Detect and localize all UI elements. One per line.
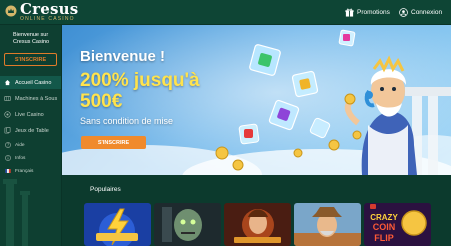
column-decoration xyxy=(3,179,30,246)
promotions-link[interactable]: Promotions xyxy=(345,6,390,19)
sidebar-item-label: Accueil Casino xyxy=(15,79,52,86)
svg-text:CRAZY: CRAZY xyxy=(370,213,398,222)
game-thumbnail xyxy=(84,203,151,246)
welcome-text: Bienvenue sur Cresus Casino xyxy=(13,32,50,45)
game-thumbnail xyxy=(224,203,291,246)
slot-machine-icon xyxy=(4,96,11,101)
sidebar-register-button[interactable]: S'INSCRIRE xyxy=(4,53,57,66)
sidebar-item-label: Machines à Sous xyxy=(15,95,58,102)
hero-register-button[interactable]: S'INSCRIRE xyxy=(81,136,146,149)
game-thumbnail xyxy=(154,203,221,246)
hero-title: Bienvenue ! xyxy=(80,48,166,65)
svg-text:?: ? xyxy=(7,143,9,148)
hero-subtitle: Sans condition de mise xyxy=(80,116,174,126)
login-label: Connexion xyxy=(411,9,443,16)
info-icon xyxy=(5,155,11,161)
flag-icon xyxy=(5,169,11,173)
promotions-label: Promotions xyxy=(357,9,390,16)
sidebar-item-help[interactable]: ? Aide xyxy=(0,140,61,150)
sidebar-item-label: Français xyxy=(15,168,34,174)
sidebar-item-info[interactable]: Infos xyxy=(0,153,61,163)
user-icon xyxy=(399,8,408,17)
game-card-adventure[interactable] xyxy=(224,203,291,246)
game-thumbnail xyxy=(294,203,361,246)
help-icon: ? xyxy=(5,142,11,148)
popular-section-title: Populaires xyxy=(90,186,121,193)
logo[interactable]: Cresus ONLINE CASINO xyxy=(5,0,83,23)
game-card-coin[interactable] xyxy=(84,203,151,246)
sidebar: Bienvenue sur Cresus Casino S'INSCRIRE A… xyxy=(0,25,62,246)
svg-text:FLIP: FLIP xyxy=(374,233,394,243)
table-games-icon xyxy=(4,127,11,134)
page: Cresus ONLINE CASINO Promotions Connexio… xyxy=(0,0,451,246)
live-icon xyxy=(4,111,11,118)
game-card-crazy-coin-flip[interactable]: CRAZY COIN FLIP xyxy=(364,203,431,246)
sidebar-item-label: Aide xyxy=(15,142,25,148)
crown-icon xyxy=(5,5,17,17)
game-card-western[interactable] xyxy=(294,203,361,246)
top-bar: Cresus ONLINE CASINO Promotions Connexio… xyxy=(0,0,451,25)
new-badge xyxy=(370,204,376,209)
sidebar-item-home[interactable]: Accueil Casino xyxy=(0,76,61,89)
hero-amount: 200% jusqu'à 500€ xyxy=(80,70,200,112)
logo-tagline: ONLINE CASINO xyxy=(20,16,75,22)
game-card-zombie[interactable] xyxy=(154,203,221,246)
sidebar-item-live[interactable]: Live Casino xyxy=(0,108,61,121)
sidebar-item-label: Infos xyxy=(15,155,26,161)
svg-text:COIN: COIN xyxy=(373,222,396,232)
sidebar-item-table-games[interactable]: Jeux de Table xyxy=(0,124,61,137)
login-link[interactable]: Connexion xyxy=(399,6,442,19)
sidebar-item-slots[interactable]: Machines à Sous xyxy=(0,92,61,105)
game-thumbnail: CRAZY COIN FLIP xyxy=(364,203,431,246)
gift-icon xyxy=(345,8,354,17)
hero-banner: Bienvenue ! 200% jusqu'à 500€ Sans condi… xyxy=(62,25,451,175)
sidebar-item-label: Jeux de Table xyxy=(15,127,49,134)
sidebar-item-label: Live Casino xyxy=(15,111,44,118)
home-icon xyxy=(4,80,11,86)
